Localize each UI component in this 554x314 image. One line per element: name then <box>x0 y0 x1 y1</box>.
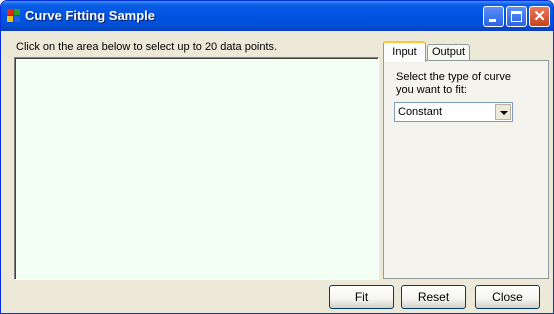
maximize-button[interactable] <box>506 6 527 27</box>
instruction-text: Click on the area below to select up to … <box>16 41 278 53</box>
close-icon: ✕ <box>533 8 546 25</box>
minimize-button[interactable] <box>483 6 504 27</box>
window-title: Curve Fitting Sample <box>25 8 156 23</box>
minimize-icon <box>489 19 496 22</box>
fit-button[interactable]: Fit <box>329 285 394 309</box>
curve-type-select[interactable]: Constant <box>394 102 513 122</box>
data-point-plot-area[interactable] <box>14 57 379 280</box>
maximize-icon <box>511 11 522 22</box>
tab-output[interactable]: Output <box>427 44 470 61</box>
close-window-button[interactable]: ✕ <box>529 6 550 27</box>
chevron-down-icon <box>500 111 508 115</box>
reset-button[interactable]: Reset <box>401 285 466 309</box>
main-window: Curve Fitting Sample ✕ Click on the area… <box>0 0 554 314</box>
tab-input[interactable]: Input <box>383 41 426 62</box>
title-bar[interactable]: Curve Fitting Sample ✕ <box>1 1 553 31</box>
dropdown-arrow-button[interactable] <box>495 104 511 120</box>
curve-type-label: Select the type of curve you want to fit… <box>396 71 511 96</box>
close-button[interactable]: Close <box>475 285 540 309</box>
curve-type-value: Constant <box>398 106 443 118</box>
app-icon[interactable] <box>7 9 21 23</box>
